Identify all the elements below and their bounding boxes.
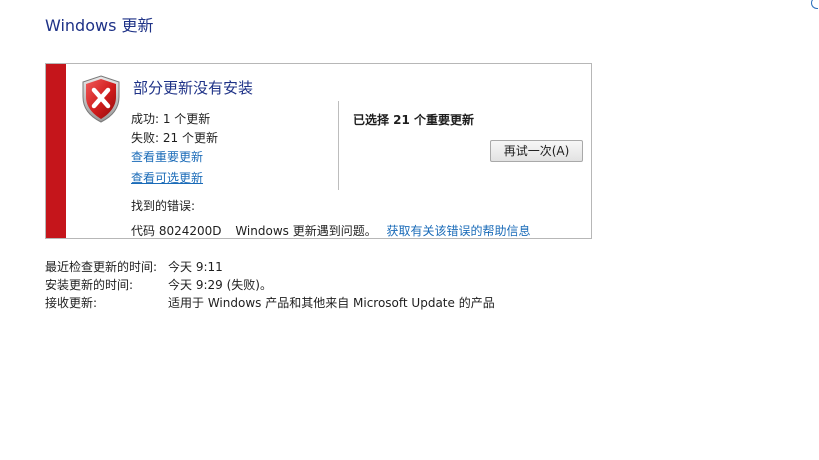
info-label: 接收更新:	[45, 296, 98, 310]
panel-divider	[338, 101, 339, 190]
failure-count: 失败: 21 个更新	[131, 131, 218, 145]
error-code: 代码 8024200D	[131, 224, 222, 238]
windows-update-page: Windows 更新 部分更新没有安装 成功: 1 个更新 失败: 21 个更新…	[0, 0, 819, 460]
errors-found-label: 找到的错误:	[131, 199, 196, 213]
selected-updates-count: 已选择 21 个重要更新	[353, 113, 475, 127]
info-value: 适用于 Windows 产品和其他来自 Microsoft Update 的产品	[168, 296, 495, 310]
info-label: 最近检查更新的时间:	[45, 260, 158, 274]
retry-button[interactable]: 再试一次(A)	[490, 140, 583, 162]
error-message: Windows 更新遇到问题。	[235, 224, 377, 238]
error-help-link[interactable]: 获取有关该错误的帮助信息	[387, 224, 531, 238]
error-shield-icon	[82, 75, 120, 123]
scroll-edge-icon	[811, 0, 818, 9]
status-heading: 部分更新没有安装	[133, 79, 254, 97]
page-title: Windows 更新	[45, 16, 154, 35]
view-optional-updates-link[interactable]: 查看可选更新	[131, 169, 203, 186]
view-important-updates-link[interactable]: 查看重要更新	[131, 148, 203, 165]
error-detail-row: 代码 8024200D Windows 更新遇到问题。 获取有关该错误的帮助信息	[131, 222, 531, 239]
error-status-bar	[46, 64, 66, 238]
info-label: 安装更新的时间:	[45, 278, 134, 292]
info-value: 今天 9:29 (失败)。	[168, 278, 272, 292]
success-count: 成功: 1 个更新	[131, 112, 211, 126]
update-status-panel: 部分更新没有安装 成功: 1 个更新 失败: 21 个更新 查看重要更新 查看可…	[45, 63, 592, 239]
info-value: 今天 9:11	[168, 260, 223, 274]
